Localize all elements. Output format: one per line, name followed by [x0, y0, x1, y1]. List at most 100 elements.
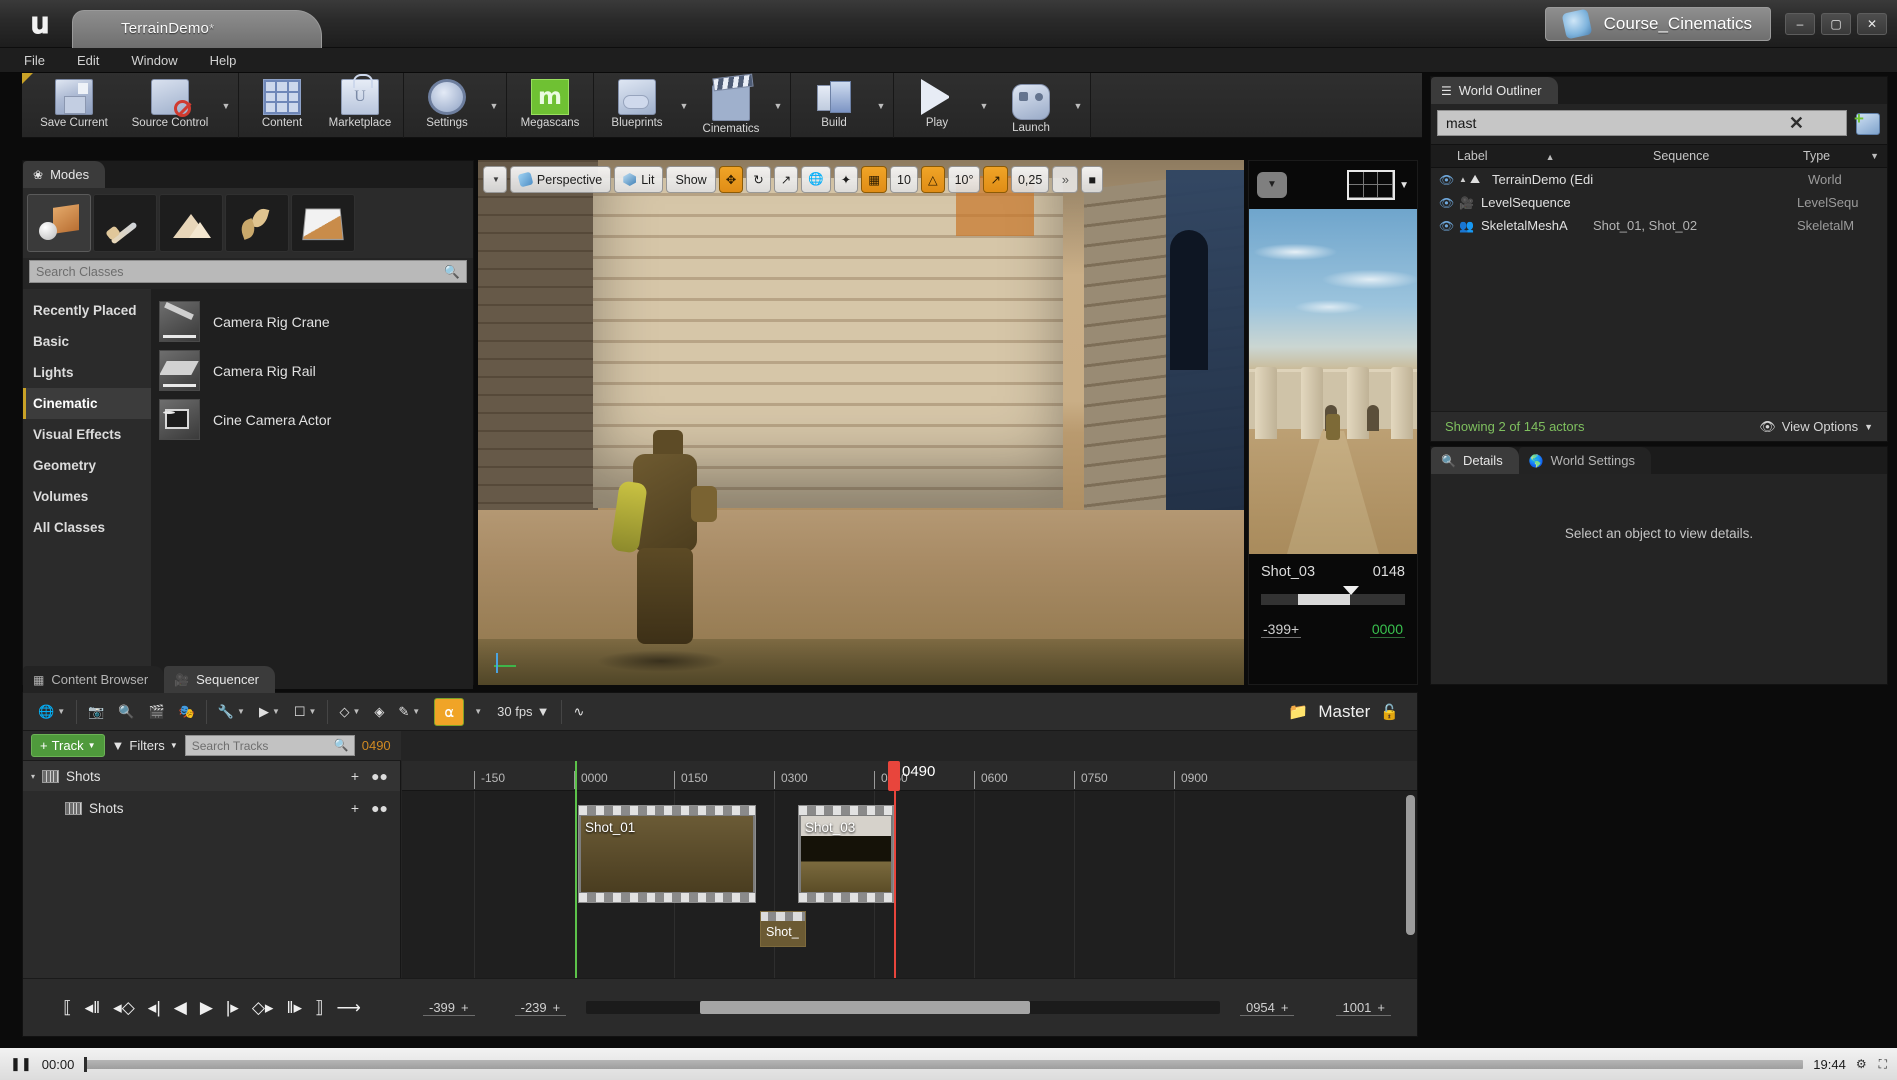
shot-clip-shot01[interactable]: Shot_01 [578, 805, 756, 903]
outliner-column-label[interactable]: Label ▲ [1457, 149, 1653, 163]
play-caret-icon[interactable]: ▼ [976, 73, 992, 138]
save-current-button[interactable]: Save Current [26, 73, 122, 138]
preview-scrubber[interactable] [1261, 586, 1405, 605]
foliage-mode-button[interactable] [225, 194, 289, 252]
track-row-shots-group[interactable]: ▾ Shots + ●● [23, 761, 400, 791]
eye-icon[interactable]: 👁 [1439, 173, 1459, 187]
maximize-button[interactable]: ▢ [1821, 13, 1851, 35]
place-mode-button[interactable] [27, 194, 91, 252]
magnet-icon[interactable]: ⍺ [434, 697, 465, 726]
composition-overlay-control[interactable]: ▼ [1347, 170, 1409, 200]
marketplace-button[interactable]: Marketplace [321, 73, 399, 138]
scale-snap-toggle[interactable]: ↗ [983, 166, 1008, 193]
blueprints-button[interactable]: Blueprints [598, 73, 676, 138]
unlocked-icon[interactable]: 🔓 [1380, 703, 1399, 721]
filters-button[interactable]: ▼ Filters ▼ [112, 738, 178, 753]
tab-sequencer[interactable]: 🎥 Sequencer [164, 666, 276, 693]
timeline-horizontal-scrollbar[interactable] [586, 1001, 1220, 1014]
build-caret-icon[interactable]: ▼ [873, 73, 889, 138]
category-geometry[interactable]: Geometry [23, 450, 151, 481]
menu-edit[interactable]: Edit [77, 53, 99, 68]
asset-camera-rig-crane[interactable]: Camera Rig Crane [159, 297, 473, 346]
timeline-ruler[interactable]: -150 0000 0150 0300 0450 0600 0750 0900 … [402, 761, 1417, 791]
source-control-caret-icon[interactable]: ▼ [218, 73, 234, 138]
search-classes-input[interactable]: Search Classes 🔍 [29, 260, 467, 283]
camera-cut-button[interactable]: 🎬 [141, 696, 171, 728]
cinematics-button[interactable]: Cinematics [692, 73, 770, 138]
view-options-button[interactable]: 👁 View Options ▼ [1759, 419, 1873, 435]
surface-snap-button[interactable]: ✦ [833, 166, 859, 193]
viewport-options-button[interactable]: ▼ [483, 166, 507, 193]
actions-button[interactable]: 🔧 ▼ [211, 696, 252, 728]
scrollbar-thumb[interactable] [700, 1001, 1030, 1014]
viewport-show-menu-button[interactable]: Show [666, 166, 716, 193]
preview-options-button[interactable]: ▼ [1257, 172, 1287, 198]
range-end-value[interactable]: 1001 + [1336, 999, 1391, 1016]
filter-track-icon[interactable]: ●● [371, 800, 388, 816]
outliner-column-sequence[interactable]: Sequence [1653, 149, 1803, 163]
launch-button[interactable]: Launch [992, 73, 1070, 138]
translate-tool-button[interactable]: ✥ [718, 166, 744, 193]
settings-button[interactable]: Settings [408, 73, 486, 138]
jump-to-start-icon[interactable]: ⟦ [63, 998, 71, 1018]
render-movie-button[interactable]: 🎭 [172, 696, 202, 728]
launch-caret-icon[interactable]: ▼ [1070, 73, 1086, 138]
tab-world-outliner[interactable]: ☰ World Outliner [1431, 77, 1558, 104]
play-button[interactable]: Play [898, 73, 976, 138]
sequencer-timeline[interactable]: -150 0000 0150 0300 0450 0600 0750 0900 … [402, 761, 1417, 978]
previous-key-icon[interactable]: ◂◇ [113, 998, 135, 1018]
content-button[interactable]: Content [243, 73, 321, 138]
range-start-value[interactable]: -399 + [423, 999, 475, 1016]
tab-content-browser[interactable]: ▦ Content Browser [23, 666, 165, 693]
category-all-classes[interactable]: All Classes [23, 512, 151, 543]
outliner-search-input[interactable]: mast ✕ [1437, 109, 1880, 136]
pause-icon[interactable]: ❚❚ [10, 1056, 32, 1072]
rotation-snap-value-button[interactable]: 10° [947, 166, 981, 193]
paint-key-button[interactable]: ✎ ▼ [391, 696, 427, 728]
sequencer-general-options-button[interactable]: 🌐 ▼ [31, 696, 72, 728]
category-basic[interactable]: Basic [23, 326, 151, 357]
play-reverse-icon[interactable]: ◀ [174, 998, 187, 1018]
loop-icon[interactable]: ⟶ [336, 998, 360, 1018]
range-in-value[interactable]: -239 + [514, 999, 567, 1016]
expander-icon[interactable]: ▾ [31, 772, 35, 781]
outliner-row-terraindemo[interactable]: 👁 ▲ ⛰ TerrainDemo (Edi World [1431, 168, 1887, 191]
shot-clip-shot-sub[interactable]: Shot_ [760, 911, 806, 947]
add-icon[interactable]: + [351, 800, 359, 816]
rotation-snap-toggle[interactable]: △ [920, 166, 945, 193]
viewport-camera-mode-button[interactable]: Perspective [509, 166, 612, 193]
play-forward-icon[interactable]: ▶ [200, 998, 213, 1018]
settings-icon[interactable]: ⚙ [1856, 1057, 1867, 1072]
category-recently-placed[interactable]: Recently Placed [23, 295, 151, 326]
curve-editor-button[interactable]: ∿ [566, 696, 591, 728]
media-scrubber[interactable] [84, 1056, 1804, 1072]
clear-search-icon[interactable]: ✕ [1789, 113, 1804, 134]
find-button[interactable]: 🔍 [111, 696, 141, 728]
playback-options-button[interactable]: ▶ ▼ [252, 696, 287, 728]
outliner-row-levelsequence[interactable]: 👁 🎥 LevelSequence LevelSequ [1431, 191, 1887, 214]
menu-window[interactable]: Window [131, 53, 177, 68]
chevron-down-icon[interactable]: ▼ [474, 707, 482, 716]
add-track-button[interactable]: + Track ▼ [31, 734, 105, 757]
tab-world-settings[interactable]: 🌎 World Settings [1518, 447, 1651, 474]
menu-file[interactable]: File [24, 53, 45, 68]
outliner-column-type[interactable]: Type [1803, 149, 1870, 163]
preview-scrubber-handle[interactable] [1343, 586, 1360, 595]
project-tab[interactable]: TerrainDemo* [72, 10, 322, 48]
key-interpolation-button[interactable]: ◇ ▼ [332, 696, 367, 728]
step-forward-frames-icon[interactable]: ‖▸ [286, 998, 302, 1018]
create-camera-button[interactable]: 📷 [81, 696, 111, 728]
jump-to-end-icon[interactable]: ⟧ [315, 998, 323, 1018]
next-key-icon[interactable]: ◇▸ [252, 998, 274, 1018]
settings-caret-icon[interactable]: ▼ [486, 73, 502, 138]
scale-snap-value-button[interactable]: 0,25 [1010, 166, 1050, 193]
add-icon[interactable]: + [351, 768, 359, 784]
select-edit-button[interactable]: ☐ ▼ [287, 696, 324, 728]
step-back-icon[interactable]: ◂| [148, 998, 161, 1018]
fullscreen-icon[interactable]: ⛶ [1879, 1057, 1887, 1072]
category-lights[interactable]: Lights [23, 357, 151, 388]
landscape-mode-button[interactable] [159, 194, 223, 252]
shot-clip-shot03[interactable]: Shot_03 [798, 805, 894, 903]
viewport-toolbar-expand-button[interactable]: » [1052, 166, 1079, 193]
filter-track-icon[interactable]: ●● [371, 768, 388, 784]
